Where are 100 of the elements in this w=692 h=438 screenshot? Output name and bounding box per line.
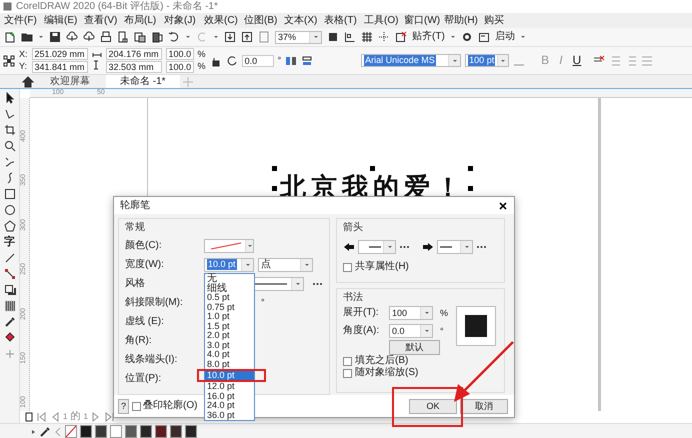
dropdown-option[interactable]: 24.0 pt	[205, 401, 254, 410]
pointer-icon[interactable]	[4, 92, 16, 104]
selection-handle[interactable]	[468, 166, 473, 171]
menu-item[interactable]: 效果(C)	[204, 13, 244, 28]
expand-arrow-icon[interactable]	[30, 428, 36, 436]
print-icon[interactable]	[100, 31, 112, 43]
x-position-field[interactable]: 251.029 mm	[32, 48, 88, 60]
polygon-icon[interactable]	[4, 220, 16, 232]
mirror-horizontal-icon[interactable]	[285, 54, 298, 66]
crop-icon[interactable]	[4, 124, 16, 136]
width-icon[interactable]	[92, 51, 102, 59]
more-icon[interactable]	[399, 244, 410, 250]
new-document-icon[interactable]	[4, 31, 16, 43]
cancel-button[interactable]: 取消	[460, 398, 508, 414]
reference-point-icon[interactable]	[3, 54, 15, 66]
no-color-swatch[interactable]	[65, 425, 77, 438]
dropdown-option[interactable]: 36.0 pt	[205, 410, 254, 420]
checkbox[interactable]	[343, 356, 352, 366]
dropdown-option[interactable]: 0.75 pt	[205, 302, 254, 312]
save-icon[interactable]	[49, 31, 61, 43]
menu-item[interactable]: 布局(L)	[124, 13, 164, 28]
menu-item[interactable]: 编辑(E)	[44, 13, 84, 28]
caret-icon[interactable]	[185, 34, 191, 40]
text-tool[interactable]: 字	[4, 236, 15, 248]
menu-item[interactable]: 文本(X)	[284, 13, 324, 28]
dropdown-option[interactable]: 8.0 pt	[205, 360, 254, 369]
ok-button[interactable]: OK	[409, 398, 457, 414]
checkbox[interactable]	[343, 368, 352, 378]
guidelines-icon[interactable]	[378, 31, 390, 43]
add-icon[interactable]	[4, 348, 16, 360]
connector-icon[interactable]	[4, 268, 16, 280]
scale-y-field[interactable]: 100.0	[166, 61, 194, 73]
selection-handle[interactable]	[370, 166, 375, 171]
selection-handle[interactable]	[272, 186, 277, 191]
dropdown-option[interactable]: 1.5 pt	[205, 322, 254, 331]
menu-item[interactable]: 购买	[484, 13, 524, 28]
underline-button[interactable]: U	[572, 53, 582, 68]
color-swatch[interactable]	[110, 425, 122, 438]
default-button[interactable]: 默认	[389, 340, 440, 355]
menu-item[interactable]: 窗口(W)	[404, 13, 444, 28]
caret-icon[interactable]	[304, 262, 310, 268]
menu-item[interactable]: 工具(O)	[364, 13, 404, 28]
checkbox[interactable]	[343, 262, 352, 272]
ellipse-icon[interactable]	[4, 204, 16, 216]
launch-dropdown[interactable]: 启动	[494, 31, 515, 43]
color-swatch[interactable]	[155, 425, 167, 438]
dropdown-option[interactable]: 无	[205, 274, 254, 284]
mirror-vertical-icon[interactable]	[301, 54, 314, 66]
caret-icon[interactable]	[213, 34, 219, 40]
unit-dropdown[interactable]: 点	[261, 258, 271, 270]
rotate-icon[interactable]	[226, 54, 238, 66]
color-swatch[interactable]	[170, 425, 182, 438]
grid-icon[interactable]	[361, 31, 373, 43]
snap-dropdown[interactable]: 贴齐(T)	[412, 31, 445, 43]
snap-icon[interactable]	[395, 31, 407, 43]
line-icon[interactable]	[4, 252, 16, 264]
color-swatch[interactable]	[95, 425, 107, 438]
freehand-icon[interactable]	[4, 156, 16, 168]
home-icon[interactable]	[22, 76, 34, 88]
undo-icon[interactable]	[168, 31, 180, 43]
caret-icon[interactable]	[246, 242, 252, 248]
width-field[interactable]: 204.176 mm	[106, 48, 162, 60]
page-icon[interactable]	[24, 412, 34, 422]
eyedropper-icon[interactable]	[4, 316, 16, 328]
window-icon[interactable]	[478, 31, 490, 43]
caret-icon[interactable]	[520, 34, 526, 40]
menu-item[interactable]: 位图(B)	[244, 13, 284, 28]
document-tab[interactable]: 未命名 -1*	[106, 75, 180, 88]
menu-item[interactable]: 对象(J)	[164, 13, 204, 28]
previous-page-icon[interactable]	[50, 412, 60, 422]
zoom-icon[interactable]	[4, 140, 16, 152]
dropdown-option[interactable]: 12.0 pt	[205, 382, 254, 392]
document-icon[interactable]	[151, 31, 163, 43]
color-swatch[interactable]	[185, 425, 197, 438]
menu-item[interactable]: 表格(T)	[324, 13, 364, 28]
caret-icon[interactable]	[450, 34, 456, 40]
dropdown-option[interactable]: 4.0 pt	[205, 350, 254, 360]
full-screen-icon[interactable]	[327, 31, 339, 43]
checkbox[interactable]	[132, 402, 141, 410]
dropdown-option[interactable]: 1.0 pt	[205, 312, 254, 322]
caret-icon[interactable]	[386, 244, 392, 250]
dropdown-option[interactable]: 细线	[205, 284, 254, 293]
more-icon[interactable]	[312, 280, 323, 287]
help-button[interactable]: ?	[118, 398, 129, 414]
document-tab[interactable]: 欢迎屏幕	[36, 75, 104, 88]
more-icon[interactable]	[476, 244, 487, 250]
dropdown-option[interactable]: 3.0 pt	[205, 340, 254, 350]
caret-icon[interactable]	[38, 34, 44, 40]
scale-x-field[interactable]: 100.0	[166, 48, 194, 60]
selection-handle[interactable]	[272, 166, 277, 171]
ruler-icon[interactable]	[344, 31, 356, 43]
menu-item[interactable]: 查看(V)	[84, 13, 124, 28]
caret-icon[interactable]	[294, 280, 300, 286]
cloud-download-icon[interactable]	[66, 31, 78, 43]
caret-icon[interactable]	[464, 244, 470, 250]
dropdown-option[interactable]: 0.5 pt	[205, 293, 254, 302]
cloud-upload-icon[interactable]	[83, 31, 95, 43]
close-icon[interactable]	[498, 200, 508, 210]
y-position-field[interactable]: 341.841 mm	[32, 61, 88, 73]
dropdown-option[interactable]: 2.0 pt	[205, 331, 254, 340]
